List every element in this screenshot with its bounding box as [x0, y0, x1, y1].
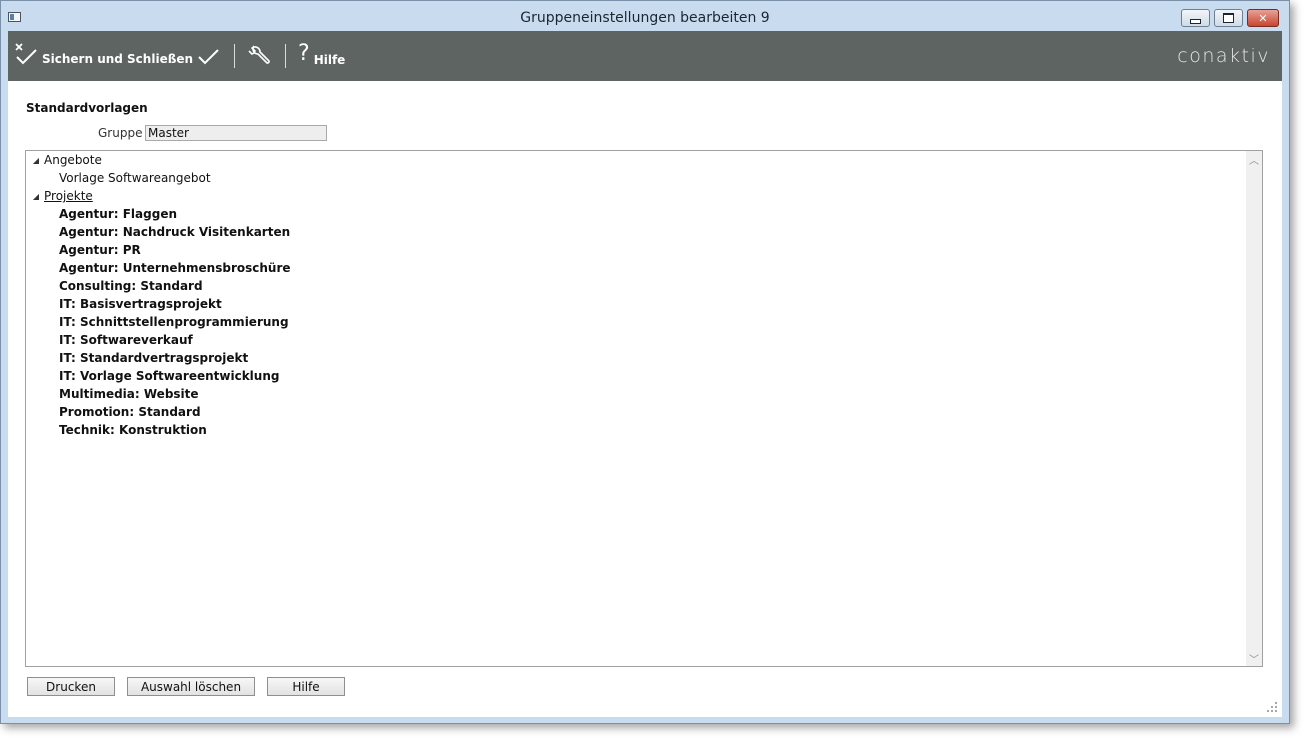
expand-triangle-icon[interactable]: ◢ [30, 192, 42, 201]
vertical-scrollbar[interactable]: ︿ ﹀ [1246, 151, 1262, 666]
tree-leaf[interactable]: Multimedia: Website [59, 385, 199, 403]
tree-leaf[interactable]: Agentur: Unternehmensbroschüre [59, 259, 291, 277]
tree-leaf[interactable]: IT: Standardvertragsprojekt [59, 349, 248, 367]
tree-leaf[interactable]: IT: Basisvertragsprojekt [59, 295, 222, 313]
client-area: Sichern und Schließen ? Hilfe conaktiv S… [8, 31, 1282, 717]
expand-triangle-icon[interactable]: ◢ [30, 156, 42, 165]
toolbar-separator [234, 44, 235, 68]
minimize-button[interactable] [1181, 9, 1210, 27]
help-toolbar-button[interactable]: ? Hilfe [298, 41, 346, 68]
save-button[interactable] [196, 44, 220, 68]
dialog-window: Gruppeneinstellungen bearbeiten 9 ✕ Sich… [0, 0, 1290, 724]
help-toolbar-label: Hilfe [313, 53, 346, 67]
tree-node-label: Angebote [44, 153, 102, 167]
maximize-icon [1223, 13, 1234, 23]
tree-leaf[interactable]: IT: Schnittstellenprogrammierung [59, 313, 289, 331]
tree-node-projekte[interactable]: ◢ Projekte [26, 187, 93, 205]
toolbar-separator [285, 44, 286, 68]
tree-content: ◢ Angebote Vorlage Softwareangebot ◢ Pro… [26, 151, 1246, 666]
group-label: Gruppe [98, 126, 143, 140]
tree-leaf[interactable]: IT: Vorlage Softwareentwicklung [59, 367, 279, 385]
scroll-down-icon[interactable]: ﹀ [1246, 650, 1262, 666]
tree-leaf[interactable]: Promotion: Standard [59, 403, 201, 421]
tree-leaf[interactable]: Agentur: Nachdruck Visitenkarten [59, 223, 290, 241]
resize-grip-icon[interactable] [1266, 701, 1278, 713]
window-title: Gruppeneinstellungen bearbeiten 9 [520, 10, 770, 26]
scroll-up-icon[interactable]: ︿ [1246, 151, 1262, 167]
tree-leaf[interactable]: Consulting: Standard [59, 277, 203, 295]
check-icon [198, 49, 219, 65]
maximize-button[interactable] [1214, 9, 1243, 27]
tree-leaf[interactable]: Agentur: PR [59, 241, 141, 259]
save-and-close-label: Sichern und Schließen [42, 52, 194, 66]
group-field[interactable]: Master [145, 125, 327, 141]
close-button[interactable]: ✕ [1247, 9, 1279, 27]
tree-leaf[interactable]: Agentur: Flaggen [59, 205, 177, 223]
tree-leaf[interactable]: Vorlage Softwareangebot [59, 169, 211, 187]
tree-node-label: Projekte [44, 189, 93, 203]
save-and-close-button[interactable]: Sichern und Schließen [14, 41, 193, 67]
minimize-icon [1190, 18, 1201, 24]
title-bar[interactable]: Gruppeneinstellungen bearbeiten 9 ✕ [1, 1, 1289, 31]
toolbar: Sichern und Schließen ? Hilfe conaktiv [8, 31, 1282, 81]
question-icon: ? [298, 41, 310, 66]
tree-leaf[interactable]: Technik: Konstruktion [59, 421, 207, 439]
conaktiv-logo: conaktiv [1177, 45, 1270, 67]
help-button[interactable]: Hilfe [267, 677, 345, 696]
tree-leaf[interactable]: IT: Softwareverkauf [59, 331, 193, 349]
print-button[interactable]: Drucken [27, 677, 115, 696]
clear-selection-button[interactable]: Auswahl löschen [127, 677, 255, 696]
settings-button[interactable] [248, 43, 272, 67]
section-title: Standardvorlagen [26, 101, 148, 115]
template-tree[interactable]: ◢ Angebote Vorlage Softwareangebot ◢ Pro… [25, 150, 1263, 667]
check-x-icon [15, 43, 37, 65]
wrench-icon [248, 45, 270, 64]
close-icon: ✕ [1258, 11, 1268, 25]
tree-node-angebote[interactable]: ◢ Angebote [26, 151, 102, 169]
